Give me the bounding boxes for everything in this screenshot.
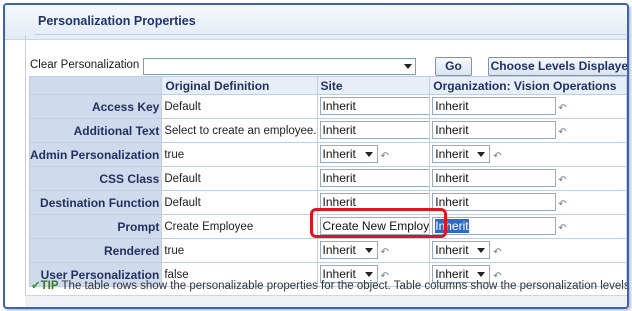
chevron-down-icon <box>364 248 373 253</box>
org-select-value: Inherit <box>435 147 469 161</box>
site-cell: Inherit↶ <box>316 166 431 191</box>
checkmark-icon: ✔ <box>31 280 41 292</box>
go-button[interactable]: Go <box>435 57 472 76</box>
reset-icon[interactable]: ↶ <box>558 104 568 114</box>
org-input-value: Inherit <box>435 99 469 113</box>
table-row: Rendered true Inherit ↶ Inherit ↶ <box>28 238 627 263</box>
org-input[interactable]: Inherit <box>432 193 557 211</box>
org-input-value: Inherit <box>435 171 469 185</box>
panel-header: Personalization Properties <box>5 5 627 40</box>
choose-levels-button[interactable]: Choose Levels Displayed <box>488 57 627 76</box>
org-cell: Inherit ↶ <box>429 166 627 191</box>
reset-icon[interactable]: ↶ <box>381 248 391 258</box>
original-definition-cell: true <box>161 142 318 167</box>
title-divider <box>35 34 627 35</box>
org-cell: Inherit ↶ <box>429 94 627 119</box>
site-input-value: Inherit <box>322 171 356 185</box>
site-input[interactable]: Inherit <box>319 97 429 115</box>
site-input[interactable]: Inherit <box>319 169 429 187</box>
reset-icon[interactable]: ↶ <box>493 152 503 162</box>
row-label: Prompt <box>28 214 163 239</box>
chevron-down-icon <box>477 152 486 157</box>
properties-table: Original Definition Site Organization: V… <box>28 76 627 287</box>
site-input-value: Inherit <box>322 195 356 209</box>
chevron-down-icon <box>364 152 373 157</box>
tip-text: ✔TIP The table rows show the personaliza… <box>31 278 629 292</box>
highlight-box <box>310 208 447 238</box>
original-definition-cell: true <box>161 238 318 263</box>
site-input-value: Inherit <box>322 123 356 137</box>
personalization-panel: Personalization Properties Clear Persona… <box>3 3 629 309</box>
chevron-down-icon <box>404 64 412 69</box>
row-label: Admin Personalization <box>28 142 163 167</box>
original-definition-cell: Select to create an employee. <box>161 118 318 143</box>
site-select[interactable]: Inherit <box>319 145 378 163</box>
reset-icon[interactable]: ↶ <box>558 176 568 186</box>
org-select[interactable]: Inherit <box>432 241 491 259</box>
row-label: Access Key <box>28 94 163 119</box>
table-row: CSS ClassDefaultInherit↶Inherit↶ <box>28 166 627 191</box>
table-row: Admin Personalization true Inherit ↶ Inherit… <box>28 142 627 167</box>
org-input-value: Inherit <box>435 195 469 209</box>
org-input[interactable]: Inherit <box>432 121 557 139</box>
row-label: Rendered <box>28 238 163 263</box>
site-input-value: Inherit <box>322 99 356 113</box>
table-row: Additional Text Select to create an emplo… <box>28 118 627 143</box>
reset-icon[interactable]: ↶ <box>381 152 391 162</box>
chevron-down-icon <box>477 248 486 253</box>
horizontal-scrollbar[interactable] <box>25 295 627 307</box>
panel-title: Personalization Properties <box>38 14 196 28</box>
reset-icon[interactable]: ↶ <box>558 128 568 138</box>
tip-label: TIP <box>40 280 59 292</box>
original-definition-cell: Create Employee <box>161 214 318 239</box>
site-cell: Inherit ↶ <box>316 142 431 167</box>
site-input[interactable]: Inherit <box>319 121 429 139</box>
row-label: Additional Text <box>28 118 163 143</box>
site-select-value: Inherit <box>322 243 356 257</box>
reset-icon[interactable]: ↶ <box>558 200 568 210</box>
chevron-down-icon <box>477 272 486 277</box>
org-input[interactable]: Inherit <box>432 217 557 235</box>
reset-icon[interactable]: ↶ <box>558 224 568 234</box>
table-row: Access KeyDefaultInherit↶Inherit↶ <box>28 94 627 119</box>
site-select-value: Inherit <box>322 147 356 161</box>
header-site: Site <box>316 76 431 95</box>
chevron-down-icon <box>364 272 373 277</box>
row-label: Destination Function <box>28 190 163 215</box>
org-select-value: Inherit <box>435 243 469 257</box>
original-definition-cell: Default <box>161 94 318 119</box>
row-label: CSS Class <box>28 166 163 191</box>
tip-body: The table rows show the personalizable p… <box>61 280 629 292</box>
header-original-definition: Original Definition <box>161 76 318 95</box>
clear-personalization-label: Clear Personalization <box>30 59 140 71</box>
org-cell: Inherit ↶ <box>429 214 627 239</box>
site-cell: Inherit↶ <box>316 118 431 143</box>
table-header-row: Original Definition Site Organization: V… <box>28 76 627 95</box>
org-select[interactable]: Inherit <box>432 145 491 163</box>
site-select[interactable]: Inherit <box>319 241 378 259</box>
header-organization: Organization: Vision Operations <box>429 76 627 95</box>
org-cell: Inherit ↶ <box>429 118 627 143</box>
reset-icon[interactable]: ↶ <box>493 248 503 258</box>
original-definition-cell: Default <box>161 190 318 215</box>
clear-personalization-select[interactable] <box>143 58 416 75</box>
site-cell: Inherit ↶ <box>316 238 431 263</box>
org-input[interactable]: Inherit <box>432 97 557 115</box>
header-blank <box>28 76 163 95</box>
org-cell: Inherit ↶ <box>429 190 627 215</box>
org-cell: Inherit ↶ <box>429 238 627 263</box>
org-input-value: Inherit <box>435 123 469 137</box>
org-cell: Inherit ↶ <box>429 142 627 167</box>
site-cell: Inherit↶ <box>316 94 431 119</box>
org-input[interactable]: Inherit <box>432 169 557 187</box>
original-definition-cell: Default <box>161 166 318 191</box>
